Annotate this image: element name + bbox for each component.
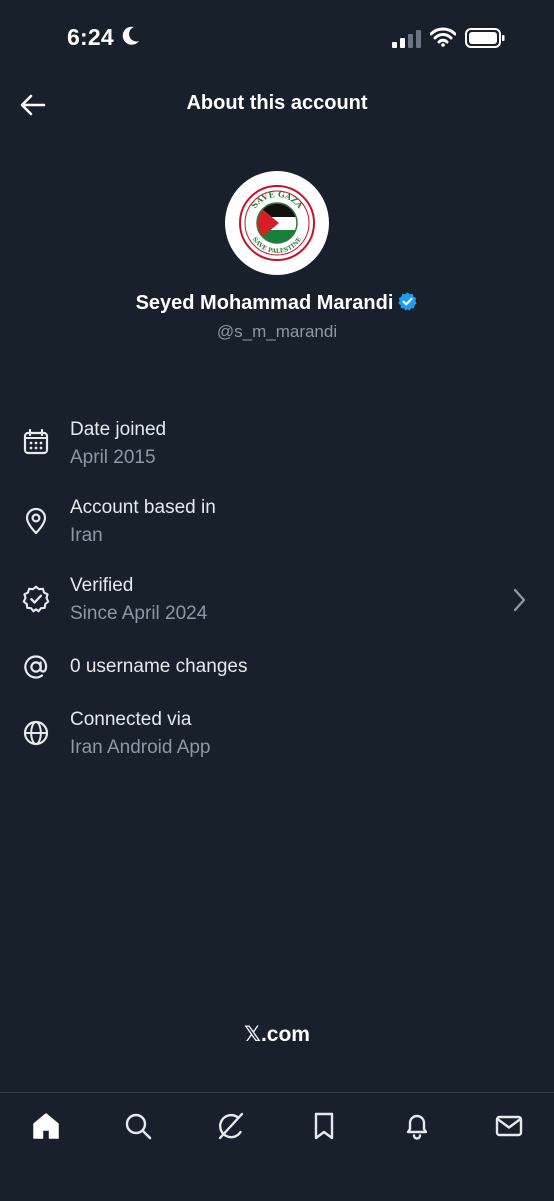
info-value: Iran: [70, 525, 103, 546]
info-label: Connected via: [70, 709, 192, 730]
tab-bookmarks[interactable]: [307, 1109, 341, 1143]
x-logo-icon: 𝕏: [244, 1022, 261, 1046]
verified-badge-icon: [397, 291, 418, 318]
grok-icon: [218, 1112, 244, 1140]
notifications-icon: [406, 1114, 428, 1140]
search-icon: [125, 1113, 152, 1140]
status-bar: 6:24: [0, 0, 554, 76]
calendar-icon: [22, 428, 50, 456]
verified-badge-icon: [22, 585, 50, 613]
moon-icon: [122, 26, 140, 51]
messages-icon: [495, 1115, 523, 1137]
info-row-account-based-in: Account based in Iran: [0, 492, 554, 552]
info-row-date-joined: Date joined April 2015: [0, 414, 554, 474]
cellular-signal-icon: [392, 30, 422, 53]
bookmark-icon: [314, 1112, 334, 1140]
info-value: April 2015: [70, 447, 156, 468]
tab-notifications[interactable]: [400, 1109, 434, 1143]
page-title: About this account: [186, 92, 368, 114]
status-time: 6:24: [67, 24, 114, 50]
avatar[interactable]: SAVE GAZA SAVE PALESTINE: [225, 171, 329, 275]
info-value: Since April 2024: [70, 603, 208, 624]
profile-name: Seyed Mohammad Marandi: [135, 292, 394, 314]
battery-icon: [465, 27, 505, 54]
info-value: Iran Android App: [70, 737, 211, 758]
at-sign-icon: [22, 653, 50, 681]
save-gaza-logo: SAVE GAZA SAVE PALESTINE: [239, 185, 315, 261]
header: About this account: [0, 76, 554, 134]
bottom-tab-bar: [0, 1092, 554, 1201]
globe-icon: [22, 719, 50, 747]
info-label: Verified: [70, 575, 134, 596]
info-label: Account based in: [70, 497, 216, 518]
tab-grok[interactable]: [214, 1109, 248, 1143]
x-com-logo: 𝕏.com: [0, 1022, 554, 1047]
profile-name-row: Seyed Mohammad Marandi: [0, 291, 554, 318]
location-pin-icon: [22, 507, 50, 535]
info-row-verified[interactable]: Verified Since April 2024: [0, 570, 554, 630]
chevron-right-icon: [512, 588, 526, 617]
x-com-text: .com: [260, 1023, 310, 1046]
tab-home[interactable]: [29, 1109, 63, 1143]
info-row-connected-via: Connected via Iran Android App: [0, 704, 554, 764]
info-label: 0 username changes: [70, 656, 248, 677]
tab-messages[interactable]: [492, 1109, 526, 1143]
profile-handle: @s_m_marandi: [216, 322, 338, 341]
home-icon: [33, 1113, 59, 1139]
info-row-username-changes: 0 username changes: [0, 648, 554, 688]
info-label: Date joined: [70, 419, 167, 440]
wifi-icon: [429, 27, 457, 52]
tab-search[interactable]: [121, 1109, 155, 1143]
